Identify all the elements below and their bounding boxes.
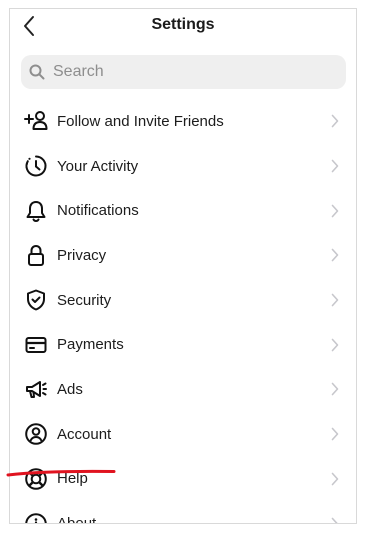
- chevron-right-icon: [330, 158, 340, 174]
- chevron-right-icon: [330, 113, 340, 129]
- settings-item-label: Follow and Invite Friends: [57, 112, 224, 130]
- settings-list: Follow and Invite Friends Your Activity: [10, 99, 356, 524]
- chevron-right-icon: [330, 381, 340, 397]
- settings-item-help[interactable]: Help: [10, 457, 356, 502]
- activity-clock-icon: [23, 153, 49, 179]
- settings-item-notifications[interactable]: Notifications: [10, 188, 356, 233]
- chevron-right-icon: [330, 203, 340, 219]
- chevron-right-icon: [330, 337, 340, 353]
- settings-item-privacy[interactable]: Privacy: [10, 233, 356, 278]
- chevron-right-icon: [330, 292, 340, 308]
- chevron-right-icon: [330, 471, 340, 487]
- settings-item-label: Your Activity: [57, 157, 139, 175]
- info-icon: [23, 511, 49, 523]
- settings-item-label: Help: [57, 470, 88, 488]
- settings-item-label: Account: [57, 425, 112, 443]
- settings-item-label: Payments: [57, 336, 124, 354]
- settings-item-label: Ads: [57, 380, 83, 398]
- chevron-right-icon: [330, 247, 340, 263]
- settings-item-label: About: [57, 515, 97, 524]
- settings-item-follow-invite-friends[interactable]: Follow and Invite Friends: [10, 99, 356, 144]
- credit-card-icon: [23, 332, 49, 358]
- header: Settings: [10, 9, 356, 47]
- lock-icon: [23, 242, 49, 268]
- settings-item-security[interactable]: Security: [10, 278, 356, 323]
- megaphone-icon: [23, 376, 49, 402]
- add-person-icon: [23, 108, 49, 134]
- settings-item-your-activity[interactable]: Your Activity: [10, 144, 356, 189]
- settings-item-account[interactable]: Account: [10, 412, 356, 457]
- search-bar[interactable]: [21, 55, 346, 89]
- settings-item-label: Privacy: [57, 246, 107, 264]
- settings-item-label: Notifications: [57, 202, 139, 220]
- user-circle-icon: [23, 421, 49, 447]
- chevron-right-icon: [330, 516, 340, 523]
- settings-item-about[interactable]: About: [10, 501, 356, 524]
- lifebuoy-icon: [23, 466, 49, 492]
- chevron-right-icon: [330, 426, 340, 442]
- bell-icon: [23, 198, 49, 224]
- settings-item-ads[interactable]: Ads: [10, 367, 356, 412]
- page-title: Settings: [151, 16, 215, 33]
- search-input[interactable]: [51, 62, 325, 82]
- search-icon: [29, 64, 45, 80]
- settings-item-label: Security: [57, 291, 112, 309]
- shield-check-icon: [23, 287, 49, 313]
- settings-screen: Settings Follow and Invite Friends: [9, 8, 357, 524]
- settings-item-payments[interactable]: Payments: [10, 322, 356, 367]
